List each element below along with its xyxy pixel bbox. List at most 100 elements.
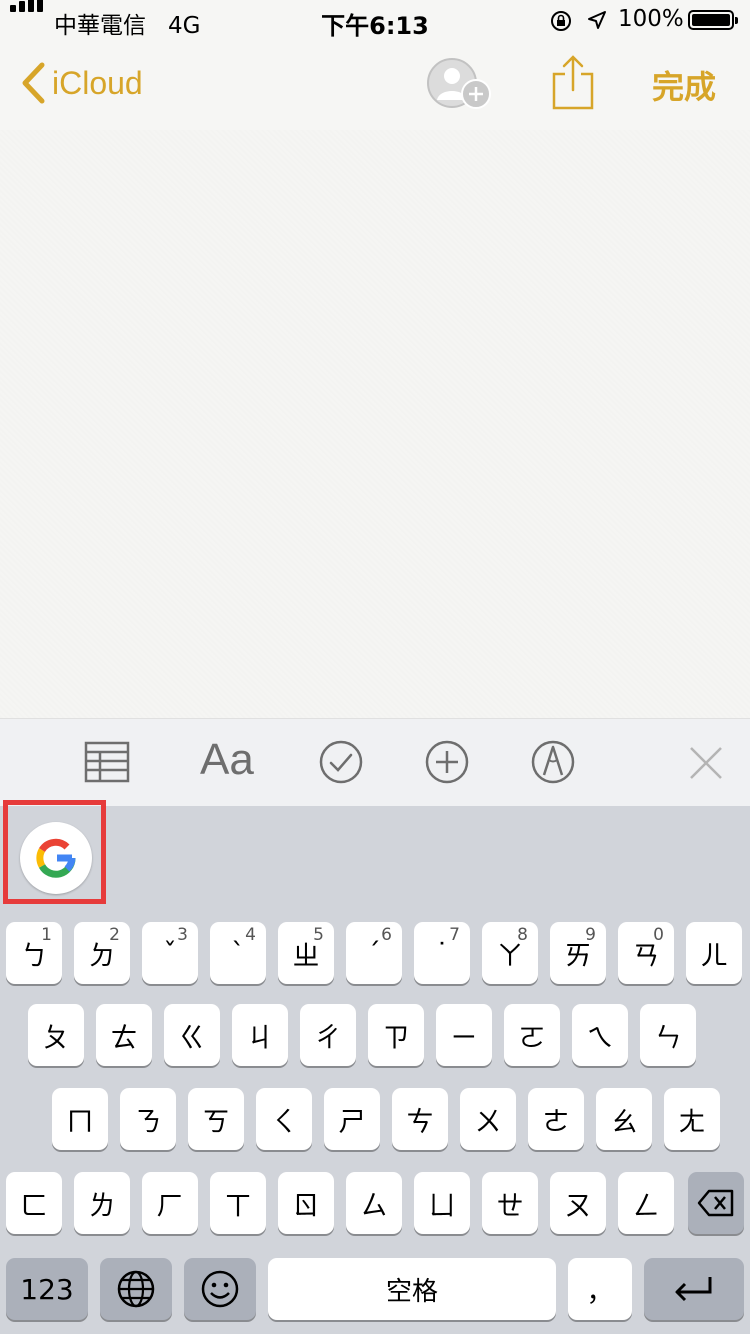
zhuyin-key[interactable]: ㄢ0 [618, 922, 674, 984]
zhuyin-key[interactable]: ㄎ [188, 1088, 244, 1150]
return-icon [675, 1277, 712, 1302]
key-char: ㄑ [270, 1106, 298, 1138]
zhuyin-key[interactable]: ㄓ5 [278, 922, 334, 984]
back-label: iCloud [52, 64, 143, 101]
zhuyin-key[interactable]: ㄞ9 [550, 922, 606, 984]
key-char: ㄤ [678, 1106, 706, 1138]
key-char: ㄖ [292, 1190, 320, 1222]
zhuyin-key[interactable]: ˇ3 [142, 922, 198, 984]
key-number-hint: 0 [653, 925, 664, 945]
key-char: ㄗ [382, 1022, 410, 1054]
zhuyin-key[interactable]: ㄒ [210, 1172, 266, 1234]
zhuyin-key[interactable]: ㄣ [640, 1004, 696, 1066]
comma-key[interactable]: ， [568, 1258, 632, 1320]
key-char: ㄐ [246, 1022, 274, 1054]
table-icon[interactable] [84, 741, 130, 783]
zhuyin-key[interactable]: ㄧ [436, 1004, 492, 1066]
text-format-button[interactable]: Aa [200, 735, 254, 785]
key-char: ˇ [163, 937, 177, 969]
globe-key[interactable] [100, 1258, 172, 1320]
zhuyin-key[interactable]: ㄏ [142, 1172, 198, 1234]
zhuyin-key[interactable]: ㄨ [460, 1088, 516, 1150]
zhuyin-key[interactable]: ㄚ8 [482, 922, 538, 984]
numbers-key[interactable]: 123 [6, 1258, 88, 1320]
zhuyin-key[interactable]: ㄐ [232, 1004, 288, 1066]
add-icon[interactable] [424, 739, 470, 785]
checklist-icon[interactable] [318, 739, 364, 785]
key-char: ㄔ [314, 1022, 342, 1054]
key-char: ㄛ [518, 1022, 546, 1054]
zhuyin-key[interactable]: ㄜ [528, 1088, 584, 1150]
key-number-hint: 9 [585, 925, 596, 945]
zhuyin-keyboard: ㄅ 1 ㄉ 2 ˇ 3 ˋ 4 ㄓ 5 ˊ 6 ˙ 7 ㄚ 8 ㄞ 9 ㄢ 0 ㄦ ㄆㄊㄍ ㄐ ㄔ ㄗㄧㄛ ㄟ ㄣ ㄇ ㄋㄎㄑㄕㄘ ㄨ… [0, 800, 750, 1334]
rotation-lock-icon [551, 11, 571, 31]
key-char: ㄡ [564, 1190, 592, 1222]
key-char: ㄣ [654, 1022, 682, 1054]
zhuyin-key[interactable]: ㄔ [300, 1004, 356, 1066]
zhuyin-key[interactable]: ㄛ [504, 1004, 560, 1066]
key-number-hint: 5 [313, 925, 324, 945]
zhuyin-key[interactable]: ㄤ [664, 1088, 720, 1150]
key-number-hint: 8 [517, 925, 528, 945]
key-number-hint: 2 [109, 925, 120, 945]
share-icon[interactable] [550, 54, 596, 110]
key-char: ㄥ [632, 1190, 660, 1222]
zhuyin-key[interactable]: ㄅ1 [6, 922, 62, 984]
zhuyin-key[interactable]: ㄡ [550, 1172, 606, 1234]
zhuyin-key[interactable]: ㄠ [596, 1088, 652, 1150]
return-key[interactable] [644, 1258, 744, 1320]
key-number-hint: 6 [381, 925, 392, 945]
zhuyin-key[interactable]: ㄙ [346, 1172, 402, 1234]
key-char: ㄟ [586, 1022, 614, 1054]
emoji-icon [201, 1270, 239, 1308]
note-editor[interactable] [0, 130, 750, 718]
zhuyin-key[interactable]: ㄈ [6, 1172, 62, 1234]
key-char: ㄨ [474, 1106, 502, 1138]
zhuyin-key[interactable]: ㄑ [256, 1088, 312, 1150]
key-char: ㄘ [406, 1106, 434, 1138]
key-char: ㄆ [42, 1022, 70, 1054]
space-key[interactable]: 空格 [268, 1258, 556, 1320]
zhuyin-key[interactable]: ㄥ [618, 1172, 674, 1234]
add-person-icon[interactable] [424, 56, 496, 112]
zhuyin-key[interactable]: ㄘ [392, 1088, 448, 1150]
back-button[interactable]: iCloud [20, 58, 143, 108]
backspace-icon [697, 1189, 734, 1217]
zhuyin-key[interactable]: ㄋ [120, 1088, 176, 1150]
zhuyin-key[interactable]: ㄉ2 [74, 922, 130, 984]
backspace-key[interactable] [688, 1172, 744, 1234]
key-char: ㄜ [542, 1106, 570, 1138]
google-search-button[interactable] [20, 822, 92, 894]
zhuyin-key[interactable]: ˊ6 [346, 922, 402, 984]
key-char: ㄦ [700, 940, 728, 972]
zhuyin-key[interactable]: ㄆ [28, 1004, 84, 1066]
zhuyin-key[interactable]: ㄇ [52, 1088, 108, 1150]
key-char: ㄋ [134, 1106, 162, 1138]
zhuyin-key[interactable]: ㄌ [74, 1172, 130, 1234]
key-char: ㄌ [88, 1190, 116, 1222]
location-icon [588, 11, 606, 29]
emoji-key[interactable] [184, 1258, 256, 1320]
close-icon[interactable] [688, 745, 724, 781]
zhuyin-key[interactable]: ㄟ [572, 1004, 628, 1066]
zhuyin-key[interactable]: ㄖ [278, 1172, 334, 1234]
key-char: ㄈ [20, 1190, 48, 1222]
zhuyin-key[interactable]: ㄩ [414, 1172, 470, 1234]
google-icon [36, 838, 76, 878]
zhuyin-key[interactable]: ㄦ [686, 922, 742, 984]
done-button[interactable]: 完成 [652, 62, 716, 108]
zhuyin-key[interactable]: ㄝ [482, 1172, 538, 1234]
note-toolbar: Aa [0, 718, 750, 807]
markup-pen-icon[interactable] [530, 739, 576, 785]
key-char: ㄇ [66, 1106, 94, 1138]
zhuyin-key[interactable]: ˙ 7 [414, 922, 470, 984]
key-char: ㄍ [178, 1022, 206, 1054]
key-char: ˋ [231, 937, 245, 969]
zhuyin-key[interactable]: ㄕ [324, 1088, 380, 1150]
key-number-hint: 1 [41, 925, 52, 945]
zhuyin-key[interactable]: ˋ4 [210, 922, 266, 984]
zhuyin-key[interactable]: ㄍ [164, 1004, 220, 1066]
battery-icon [688, 10, 738, 30]
zhuyin-key[interactable]: ㄗ [368, 1004, 424, 1066]
zhuyin-key[interactable]: ㄊ [96, 1004, 152, 1066]
